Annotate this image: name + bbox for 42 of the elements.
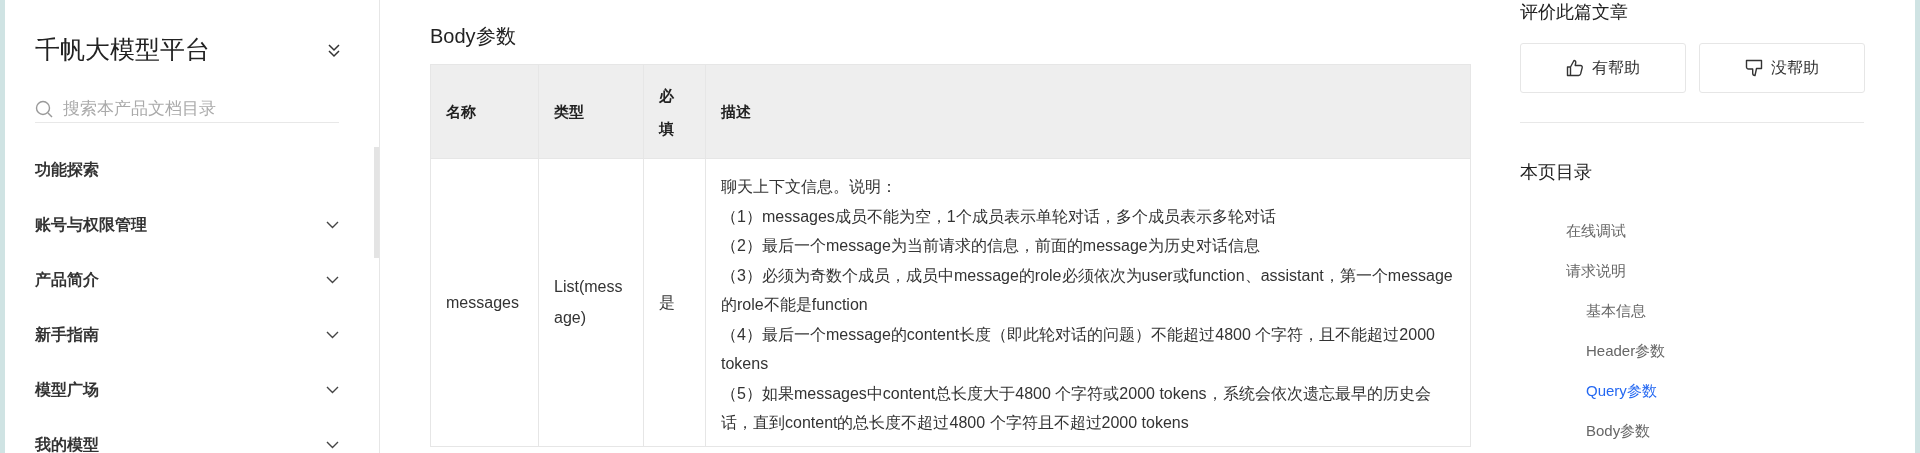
column-header: 类型: [538, 64, 644, 159]
column-header: 描述: [705, 64, 1471, 159]
not-helpful-button[interactable]: 没帮助: [1699, 43, 1865, 93]
rating-title: 评价此篇文章: [1520, 1, 1629, 24]
sidebar-item[interactable]: 我的模型: [35, 433, 99, 453]
description-text: 聊天上下文信息。说明：: [721, 177, 898, 197]
column-header: 名称: [430, 64, 539, 159]
toc-title: 本页目录: [1520, 161, 1593, 184]
description-text: （2）最后一个message为当前请求的信息，前面的message为历史对话信息: [721, 236, 1261, 256]
thumbs-up-icon: [1566, 59, 1584, 77]
search-icon: [35, 99, 53, 118]
table-cell: messages: [430, 158, 539, 446]
chevron-down-icon[interactable]: [326, 331, 339, 339]
toc-link[interactable]: Header参数: [1586, 331, 1666, 371]
chevron-down-icon[interactable]: [326, 386, 339, 394]
table-cell: List(message): [538, 158, 644, 446]
helpful-button[interactable]: 有帮助: [1520, 43, 1686, 93]
thumbs-down-icon: [1745, 59, 1763, 77]
chevron-down-icon[interactable]: [326, 276, 339, 284]
sidebar-item[interactable]: 产品简介: [35, 268, 99, 292]
sidebar-item[interactable]: 模型广场: [35, 378, 99, 402]
description-text: （4）最后一个message的content长度（即此轮对话的问题）不能超过4800 个字符，且不能超过2000 tokens: [721, 324, 1436, 374]
section-heading: Body参数: [430, 24, 517, 49]
description-text: （1）messages成员不能为空，1个成员表示单轮对话，多个成员表示多轮对话: [721, 206, 1277, 227]
description-text: （5）如果messages中content总长度大于4800 个字符或2000 tokens，系统会依次遗忘最早的历史会话，直到content的总长度不超过4800 个字符且不超过2000 tokens: [721, 383, 1432, 433]
description-text: （3）必须为奇数个成员，成员中message的role必须依次为user或function、assistant，第一个message的role不能是function: [721, 265, 1454, 315]
toc-link[interactable]: Body参数: [1586, 411, 1651, 451]
sidebar-title: 千帆大模型平台: [35, 34, 210, 66]
search-field[interactable]: 搜索本产品文档目录: [63, 96, 313, 122]
sidebar-item[interactable]: 账号与权限管理: [35, 213, 147, 237]
sidebar-item[interactable]: 新手指南: [35, 323, 99, 347]
column-header: 必填: [643, 64, 706, 159]
double-chevron-icon[interactable]: [327, 42, 341, 58]
toc-link[interactable]: 基本信息: [1586, 291, 1646, 331]
scrollbar[interactable]: [374, 147, 379, 258]
toc-link[interactable]: 请求说明: [1566, 251, 1626, 291]
sidebar-item[interactable]: 功能探索: [35, 158, 99, 182]
table-cell: 是: [643, 158, 706, 446]
chevron-down-icon[interactable]: [326, 441, 339, 449]
toc-link[interactable]: Query参数: [1586, 371, 1657, 411]
toc-link[interactable]: 在线调试: [1566, 211, 1626, 251]
chevron-down-icon[interactable]: [326, 221, 339, 229]
